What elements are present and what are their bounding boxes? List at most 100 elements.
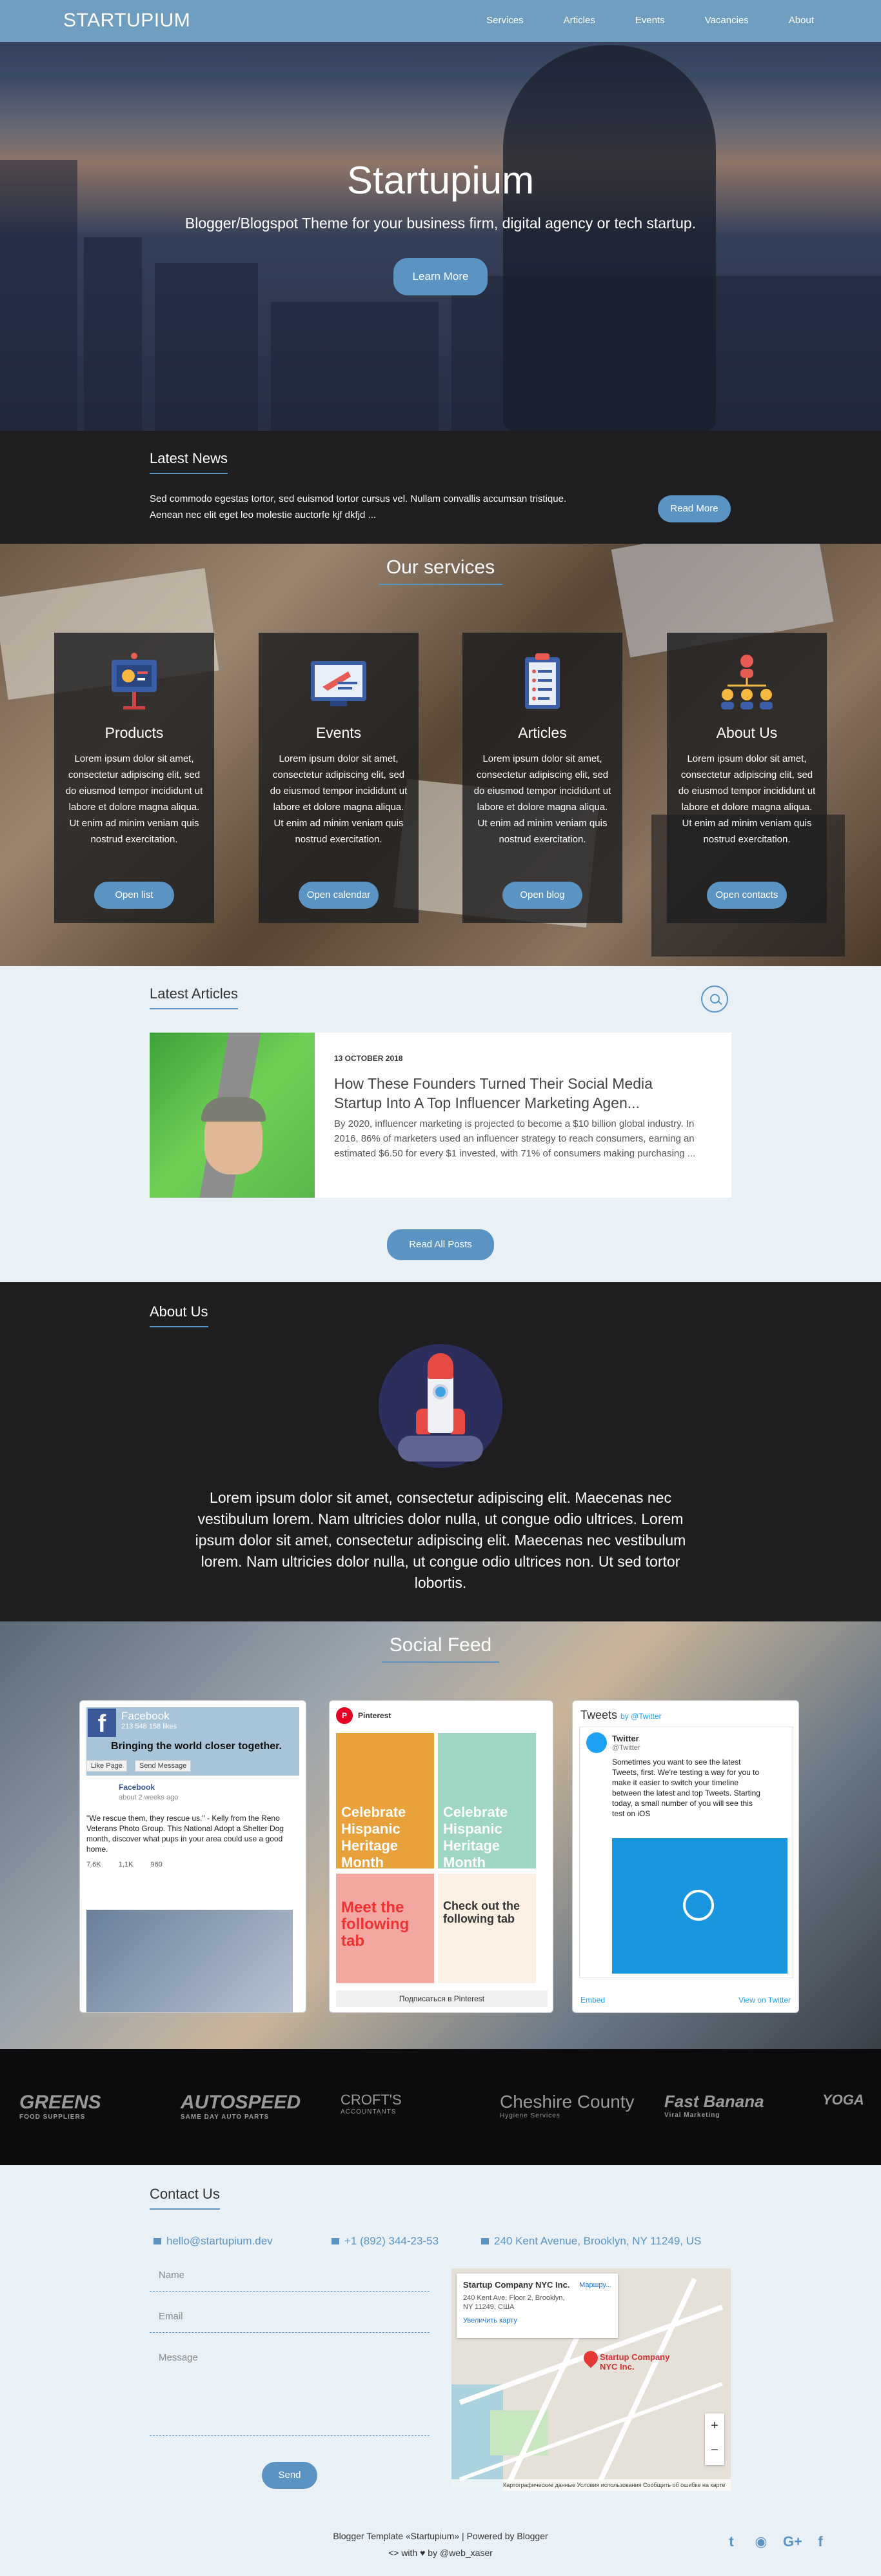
view-on-twitter-link[interactable]: View on Twitter	[738, 1996, 791, 2005]
read-all-posts-button[interactable]: Read All Posts	[387, 1229, 494, 1260]
service-card-title: Products	[104, 724, 164, 741]
service-card-text: Lorem ipsum dolor sit amet, consectetur …	[473, 753, 611, 845]
facebook-post-stats: 7.6K 1,1K 960	[86, 1859, 293, 1870]
tweet-handle[interactable]: @Twitter	[612, 1744, 640, 1752]
open-contacts-button[interactable]: Open contacts	[707, 882, 787, 909]
facebook-post-image[interactable]	[86, 1910, 293, 2012]
facebook-likes: 213 548 158 likes	[121, 1723, 177, 1730]
client-logo-fast-banana: Fast Banana Viral Marketing	[664, 2092, 764, 2119]
open-calendar-button[interactable]: Open calendar	[299, 882, 379, 909]
facebook-page-name[interactable]: Facebook	[121, 1710, 170, 1723]
pin-tile[interactable]: Celebrate Hispanic Heritage Month	[336, 1733, 434, 1870]
google-plus-icon[interactable]: G+	[783, 2534, 802, 2550]
latest-articles-section: Latest Articles 13 OCTOBER 2018 How Thes…	[0, 966, 881, 1282]
latest-news-title: Latest News	[150, 450, 228, 474]
contact-phone[interactable]: +1 (892) 344-23-53	[332, 2235, 439, 2248]
contact-title: Contact Us	[150, 2186, 220, 2210]
pinterest-widget[interactable]: Pinterest Celebrate Hispanic Heritage Mo…	[329, 1700, 553, 2013]
nav-link-services[interactable]: Services	[486, 15, 524, 26]
about-title: About Us	[150, 1303, 208, 1327]
map-footer: Картографические данные Условия использо…	[451, 2479, 731, 2491]
pin-tile[interactable]: Meet the following tab	[336, 1874, 434, 1983]
hero-title: Startupium	[346, 159, 535, 202]
learn-more-button[interactable]: Learn More	[393, 258, 488, 295]
message-field[interactable]: Message	[150, 2352, 430, 2436]
facebook-icon[interactable]: f	[813, 2534, 828, 2550]
enlarge-map-link[interactable]: Увеличить карту	[463, 2317, 611, 2324]
rocket-screen-icon	[303, 647, 374, 718]
pinterest-follow-button[interactable]: Подписаться в Pinterest	[336, 1990, 548, 2007]
about-section: About Us Lorem ipsum dolor sit amet, con…	[0, 1282, 881, 1621]
social-feed-section: Social Feed f Facebook 213 548 158 likes…	[0, 1621, 881, 2049]
embed-link[interactable]: Embed	[580, 1996, 605, 2005]
contact-address[interactable]: 240 Kent Avenue, Brooklyn, NY 11249, US	[481, 2235, 701, 2248]
search-icon[interactable]	[701, 986, 728, 1013]
open-blog-button[interactable]: Open blog	[502, 882, 582, 909]
service-card-products: Products Lorem ipsum dolor sit amet, con…	[54, 633, 214, 923]
client-logo-cheshire: Cheshire County Hygiene Services	[500, 2092, 635, 2119]
contact-email[interactable]: hello@startupium.dev	[153, 2235, 273, 2248]
footer: Blogger Template «Startupium» | Powered …	[0, 2526, 881, 2576]
directions-link[interactable]: Маршру...	[579, 2281, 611, 2289]
facebook-widget[interactable]: f Facebook 213 548 158 likes Bringing th…	[79, 1700, 306, 2013]
client-logo-crofts: CROFT'S ACCOUNTANTS	[341, 2092, 402, 2115]
client-logo-greens: GREENS FOOD SUPPLIERS	[19, 2092, 101, 2121]
twitter-widget[interactable]: Tweets by @Twitter Twitter @Twitter Some…	[572, 1700, 799, 2013]
shares-count: 960	[150, 1861, 163, 1868]
email-field[interactable]: Email	[150, 2311, 430, 2333]
facebook-logo-icon[interactable]: f	[88, 1709, 116, 1738]
like-page-button[interactable]: Like Page	[86, 1760, 127, 1772]
article-card[interactable]: 13 OCTOBER 2018 How These Founders Turne…	[150, 1033, 731, 1198]
hero-section: Startupium Blogger/Blogspot Theme for yo…	[0, 0, 881, 431]
pin-tile[interactable]: Celebrate Hispanic Heritage Month	[438, 1733, 536, 1870]
map-zoom-controls[interactable]: + −	[705, 2413, 724, 2465]
send-message-button[interactable]: Send Message	[134, 1760, 192, 1772]
pin-tile[interactable]: Check out the following tab	[438, 1874, 536, 1983]
tweet-user[interactable]: Twitter	[612, 1734, 639, 1743]
comments-count: 1,1K	[118, 1861, 134, 1868]
service-card-title: Events	[315, 724, 362, 741]
service-card-text: Lorem ipsum dolor sit amet, consectetur …	[678, 753, 816, 845]
open-list-button[interactable]: Open list	[94, 882, 174, 909]
tweet-video[interactable]	[612, 1838, 787, 1974]
facebook-caption: Bringing the world closer together.	[111, 1741, 282, 1752]
hero-subtitle: Blogger/Blogspot Theme for your business…	[184, 215, 697, 232]
map-info-card: Startup Company NYC Inc. 240 Kent Ave, F…	[457, 2274, 618, 2338]
social-feed-title: Social Feed	[381, 1634, 500, 1663]
about-text: Lorem ipsum dolor sit amet, consectetur …	[195, 1489, 686, 1591]
read-more-button[interactable]: Read More	[658, 495, 731, 522]
service-card-title: Articles	[518, 724, 567, 741]
facebook-post: Facebook about 2 weeks ago "We rescue th…	[86, 1782, 293, 1870]
map-pin-label: Startup Company NYC Inc.	[600, 2352, 670, 2372]
name-field[interactable]: Name	[150, 2270, 430, 2292]
tweet: Twitter @Twitter Sometimes you want to s…	[579, 1727, 793, 1978]
article-title[interactable]: How These Founders Turned Their Social M…	[334, 1074, 702, 1113]
google-map[interactable]: Startup Company NYC Inc. 240 Kent Ave, F…	[451, 2268, 731, 2491]
brand-logo[interactable]: STARTUPIUM	[63, 10, 190, 32]
twitter-icon[interactable]: t	[724, 2534, 739, 2550]
services-section: Our services Products Lorem ipsum dolor …	[0, 544, 881, 966]
nav-link-articles[interactable]: Articles	[564, 15, 595, 26]
nav-link-about[interactable]: About	[789, 15, 814, 26]
article-thumbnail[interactable]	[150, 1033, 315, 1198]
github-icon[interactable]: ◉	[753, 2534, 769, 2550]
reactions-count: 7.6K	[86, 1861, 101, 1868]
latest-news-text: Sed commodo egestas tortor, sed euismod …	[150, 493, 567, 520]
service-card-text: Lorem ipsum dolor sit amet, consectetur …	[65, 753, 203, 845]
service-card-title: About Us	[716, 724, 778, 741]
twitter-avatar[interactable]	[586, 1732, 607, 1753]
footer-social-icons: t ◉ G+ f	[724, 2534, 828, 2550]
pinterest-header[interactable]: Pinterest	[336, 1707, 391, 1724]
facebook-post-name[interactable]: Facebook	[119, 1782, 293, 1792]
contact-section: Contact Us hello@startupium.dev +1 (892)…	[0, 2165, 881, 2526]
clients-strip: GREENS FOOD SUPPLIERS AUTOSPEED SAME DAY A…	[0, 2049, 881, 2165]
service-card-articles: Articles Lorem ipsum dolor sit amet, con…	[462, 633, 622, 923]
tweet-text: Sometimes you want to see the latest Twe…	[612, 1758, 760, 1818]
service-card-events: Events Lorem ipsum dolor sit amet, conse…	[259, 633, 419, 923]
presentation-board-icon	[99, 647, 170, 718]
nav-link-events[interactable]: Events	[635, 15, 665, 26]
send-button[interactable]: Send	[262, 2462, 317, 2489]
map-address: 240 Kent Ave, Floor 2, Brooklyn, NY 1124…	[463, 2294, 565, 2311]
services-title: Our services	[378, 557, 503, 585]
nav-link-vacancies[interactable]: Vacancies	[705, 15, 749, 26]
